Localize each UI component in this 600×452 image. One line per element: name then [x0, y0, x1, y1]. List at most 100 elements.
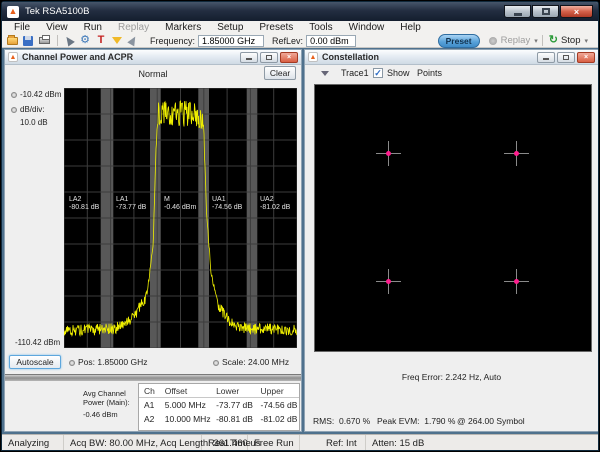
scale-control[interactable]: Scale: 24.00 MHz	[213, 357, 289, 367]
main-toolbar: ⚙ T Frequency: RefLev: Preset Replay ▾ ↻…	[2, 34, 598, 48]
spinner-icon[interactable]	[11, 92, 17, 98]
minimize-button[interactable]	[504, 5, 531, 18]
panel-logo-icon: ▲	[308, 52, 318, 62]
pointer-icon	[127, 35, 138, 47]
trace1-label[interactable]: Trace1	[341, 68, 369, 78]
open-button[interactable]	[5, 35, 19, 47]
table-row: A2 10.000 MHz -80.81 dB -81.02 dB	[139, 412, 299, 426]
menu-file[interactable]: File	[6, 22, 38, 33]
symbol-dot	[514, 151, 519, 156]
stop-button[interactable]: ↻ Stop ▾	[542, 35, 592, 46]
app-window: ▲ Tek RSA5100B × File View Run Replay Ma…	[1, 1, 599, 451]
constellation-point	[376, 269, 401, 294]
menu-setup[interactable]: Setup	[209, 22, 251, 33]
acpr-table: Ch Offset Lower Upper A1 5.000 MHz -73.7…	[138, 383, 300, 431]
constellation-panel: ▲ Constellation × Trace1 ✓ Show Points	[304, 49, 599, 432]
clear-button[interactable]: Clear	[264, 66, 296, 80]
close-button[interactable]: ×	[560, 5, 593, 18]
acpr-minimize-button[interactable]	[240, 52, 258, 63]
title-bar: ▲ Tek RSA5100B ×	[2, 2, 598, 21]
symbol-readout: @ 264.00 Symbol	[457, 416, 525, 426]
marker-T-icon: T	[98, 35, 105, 46]
toolbar-separator	[57, 35, 58, 46]
frequency-label: Frequency:	[150, 36, 195, 46]
close-icon: ×	[584, 54, 588, 61]
menu-tools[interactable]: Tools	[301, 22, 340, 33]
preset-button[interactable]: Preset	[438, 34, 480, 48]
minimize-icon	[514, 13, 522, 16]
print-button[interactable]	[37, 35, 51, 47]
points-label[interactable]: Points	[417, 68, 442, 78]
minimize-icon	[543, 58, 549, 60]
text-marker-button[interactable]: T	[94, 35, 108, 47]
replay-dropdown-icon[interactable]: ▾	[534, 37, 538, 45]
status-state: Analyzing	[2, 435, 64, 451]
menu-run[interactable]: Run	[76, 22, 110, 33]
constellation-point	[504, 269, 529, 294]
close-icon: ×	[287, 54, 291, 61]
constellation-display[interactable]	[314, 84, 592, 352]
show-checkbox[interactable]: ✓	[373, 68, 383, 78]
frequency-input[interactable]	[198, 35, 264, 47]
menu-markers[interactable]: Markers	[157, 22, 209, 33]
constellation-minimize-button[interactable]	[537, 52, 555, 63]
stop-dropdown-icon[interactable]: ▾	[584, 37, 588, 45]
menu-view[interactable]: View	[38, 22, 76, 33]
spinner-icon[interactable]	[69, 360, 75, 366]
acpr-panel-title: Channel Power and ACPR	[22, 52, 133, 62]
spinner-icon[interactable]	[11, 107, 17, 113]
reflev-input[interactable]	[306, 35, 356, 47]
panel-logo-icon: ▲	[8, 52, 18, 62]
maximize-button[interactable]	[532, 5, 559, 18]
position-control[interactable]: Pos: 1.85000 GHz	[69, 357, 147, 367]
filter-button[interactable]	[110, 35, 124, 47]
acpr-panel-titlebar[interactable]: ▲ Channel Power and ACPR ×	[5, 50, 301, 65]
replay-label: Replay	[501, 35, 531, 46]
spectrum-trace	[64, 88, 297, 348]
maximize-icon	[563, 55, 569, 60]
workspace: ▲ Channel Power and ACPR × Normal Clear …	[2, 48, 598, 434]
menu-help[interactable]: Help	[392, 22, 429, 33]
stop-run-icon: ↻	[549, 35, 558, 46]
autoscale-button[interactable]: Autoscale	[9, 355, 61, 369]
replay-button: Replay ▾	[489, 35, 542, 46]
status-attenuation: Atten: 15 dB	[366, 435, 430, 451]
channel-marker-UA1: UA1-74.56 dB	[212, 196, 258, 212]
menu-window[interactable]: Window	[341, 22, 393, 33]
constellation-maximize-button[interactable]	[557, 52, 575, 63]
peak-marker-button[interactable]	[126, 35, 140, 47]
panel-splitter[interactable]	[5, 374, 301, 381]
ref-level-top[interactable]: -10.42 dBm	[11, 90, 61, 99]
acpr-panel: ▲ Channel Power and ACPR × Normal Clear …	[4, 49, 302, 432]
constellation-panel-title: Constellation	[322, 52, 379, 62]
spinner-icon[interactable]	[213, 360, 219, 366]
maximize-icon	[542, 8, 550, 15]
constellation-toolbar: Trace1 ✓ Show Points	[305, 67, 598, 82]
trace-mode-label[interactable]: Normal	[5, 69, 301, 79]
channel-marker-LA2: LA2-80.81 dB	[69, 196, 115, 212]
constellation-close-button[interactable]: ×	[577, 52, 595, 63]
save-button[interactable]	[21, 35, 35, 47]
settings-button[interactable]: ⚙	[78, 35, 92, 47]
print-icon	[39, 37, 50, 44]
window-title: Tek RSA5100B	[25, 6, 89, 17]
status-real-time: Real Time	[202, 435, 248, 451]
channel-marker-UA2: UA2-81.02 dB	[260, 196, 306, 212]
db-per-div-label[interactable]: dB/div:	[11, 105, 44, 114]
menu-replay: Replay	[110, 22, 157, 33]
acpr-maximize-button[interactable]	[260, 52, 278, 63]
select-tool-button[interactable]	[62, 35, 76, 47]
acpr-close-button[interactable]: ×	[280, 52, 298, 63]
table-row: A1 5.000 MHz -73.77 dB -74.56 dB	[139, 398, 299, 412]
close-icon: ×	[574, 7, 579, 17]
constellation-panel-titlebar[interactable]: ▲ Constellation ×	[305, 50, 598, 65]
rms-readout: RMS: 0.670 %	[313, 416, 370, 426]
maximize-icon	[266, 55, 272, 60]
menu-bar: File View Run Replay Markers Setup Prese…	[2, 21, 598, 34]
chevron-down-icon[interactable]	[321, 71, 329, 76]
menu-presets[interactable]: Presets	[251, 22, 301, 33]
stop-label: Stop	[561, 35, 581, 46]
funnel-icon	[112, 37, 122, 44]
spectrum-display[interactable]: LA2-80.81 dB LA1-73.77 dB M-0.46 dBm UA1…	[64, 88, 297, 348]
minimize-icon	[246, 58, 252, 60]
